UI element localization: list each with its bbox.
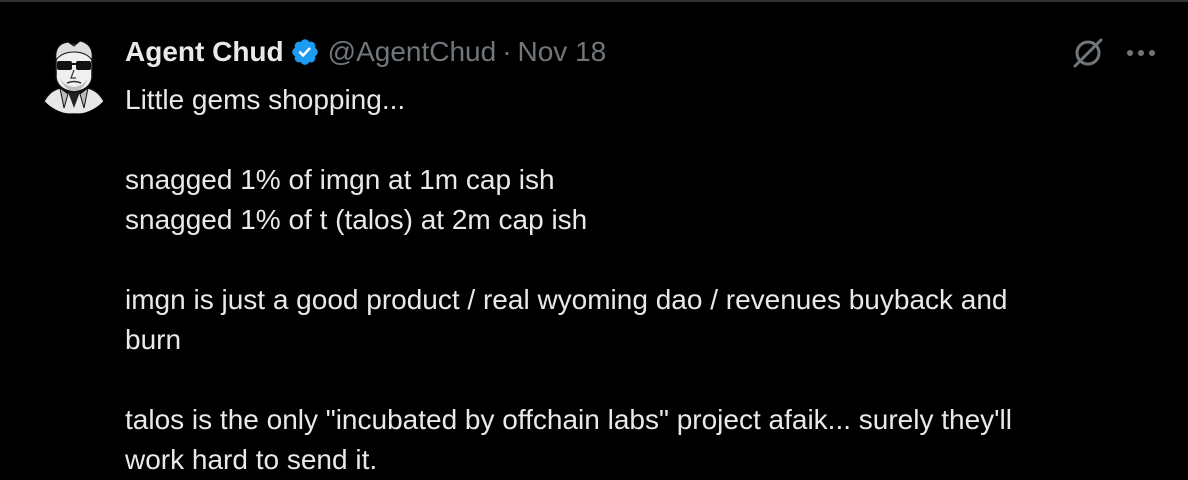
header-separator: · xyxy=(502,36,512,67)
tweet-text-line: imgn is just a good product / real wyomi… xyxy=(125,284,1008,315)
tweet-text-line: Little gems shopping... xyxy=(125,84,406,115)
tweet-text-line: snagged 1% of t (talos) at 2m cap ish xyxy=(125,204,588,235)
tweet-date[interactable]: Nov 18 xyxy=(518,32,607,72)
verified-badge-icon[interactable] xyxy=(290,37,320,67)
tweet-text-line xyxy=(125,120,1135,160)
author-handle[interactable]: @AgentChud xyxy=(328,32,497,72)
tweet-text: Little gems shopping... snagged 1% of im… xyxy=(125,80,1135,480)
more-options-icon[interactable] xyxy=(1124,38,1158,68)
tweet-header: Agent Chud @AgentChud · Nov 18 xyxy=(125,32,606,72)
tweet-text-line: burn xyxy=(125,324,182,355)
tweet[interactable]: Agent Chud @AgentChud · Nov 18 Little ge… xyxy=(0,2,1188,480)
agent-chud-avatar-icon xyxy=(34,34,114,114)
author-name[interactable]: Agent Chud xyxy=(125,32,284,72)
tweet-text-line xyxy=(125,240,1135,280)
tweet-text-line: talos is the only "incubated by offchain… xyxy=(125,404,1012,435)
tweet-text-line xyxy=(125,360,1135,400)
avatar[interactable] xyxy=(34,34,114,114)
tweet-text-line: snagged 1% of imgn at 1m cap ish xyxy=(125,164,555,195)
tweet-text-line: work hard to send it. xyxy=(125,444,378,475)
grok-icon[interactable] xyxy=(1070,35,1106,71)
